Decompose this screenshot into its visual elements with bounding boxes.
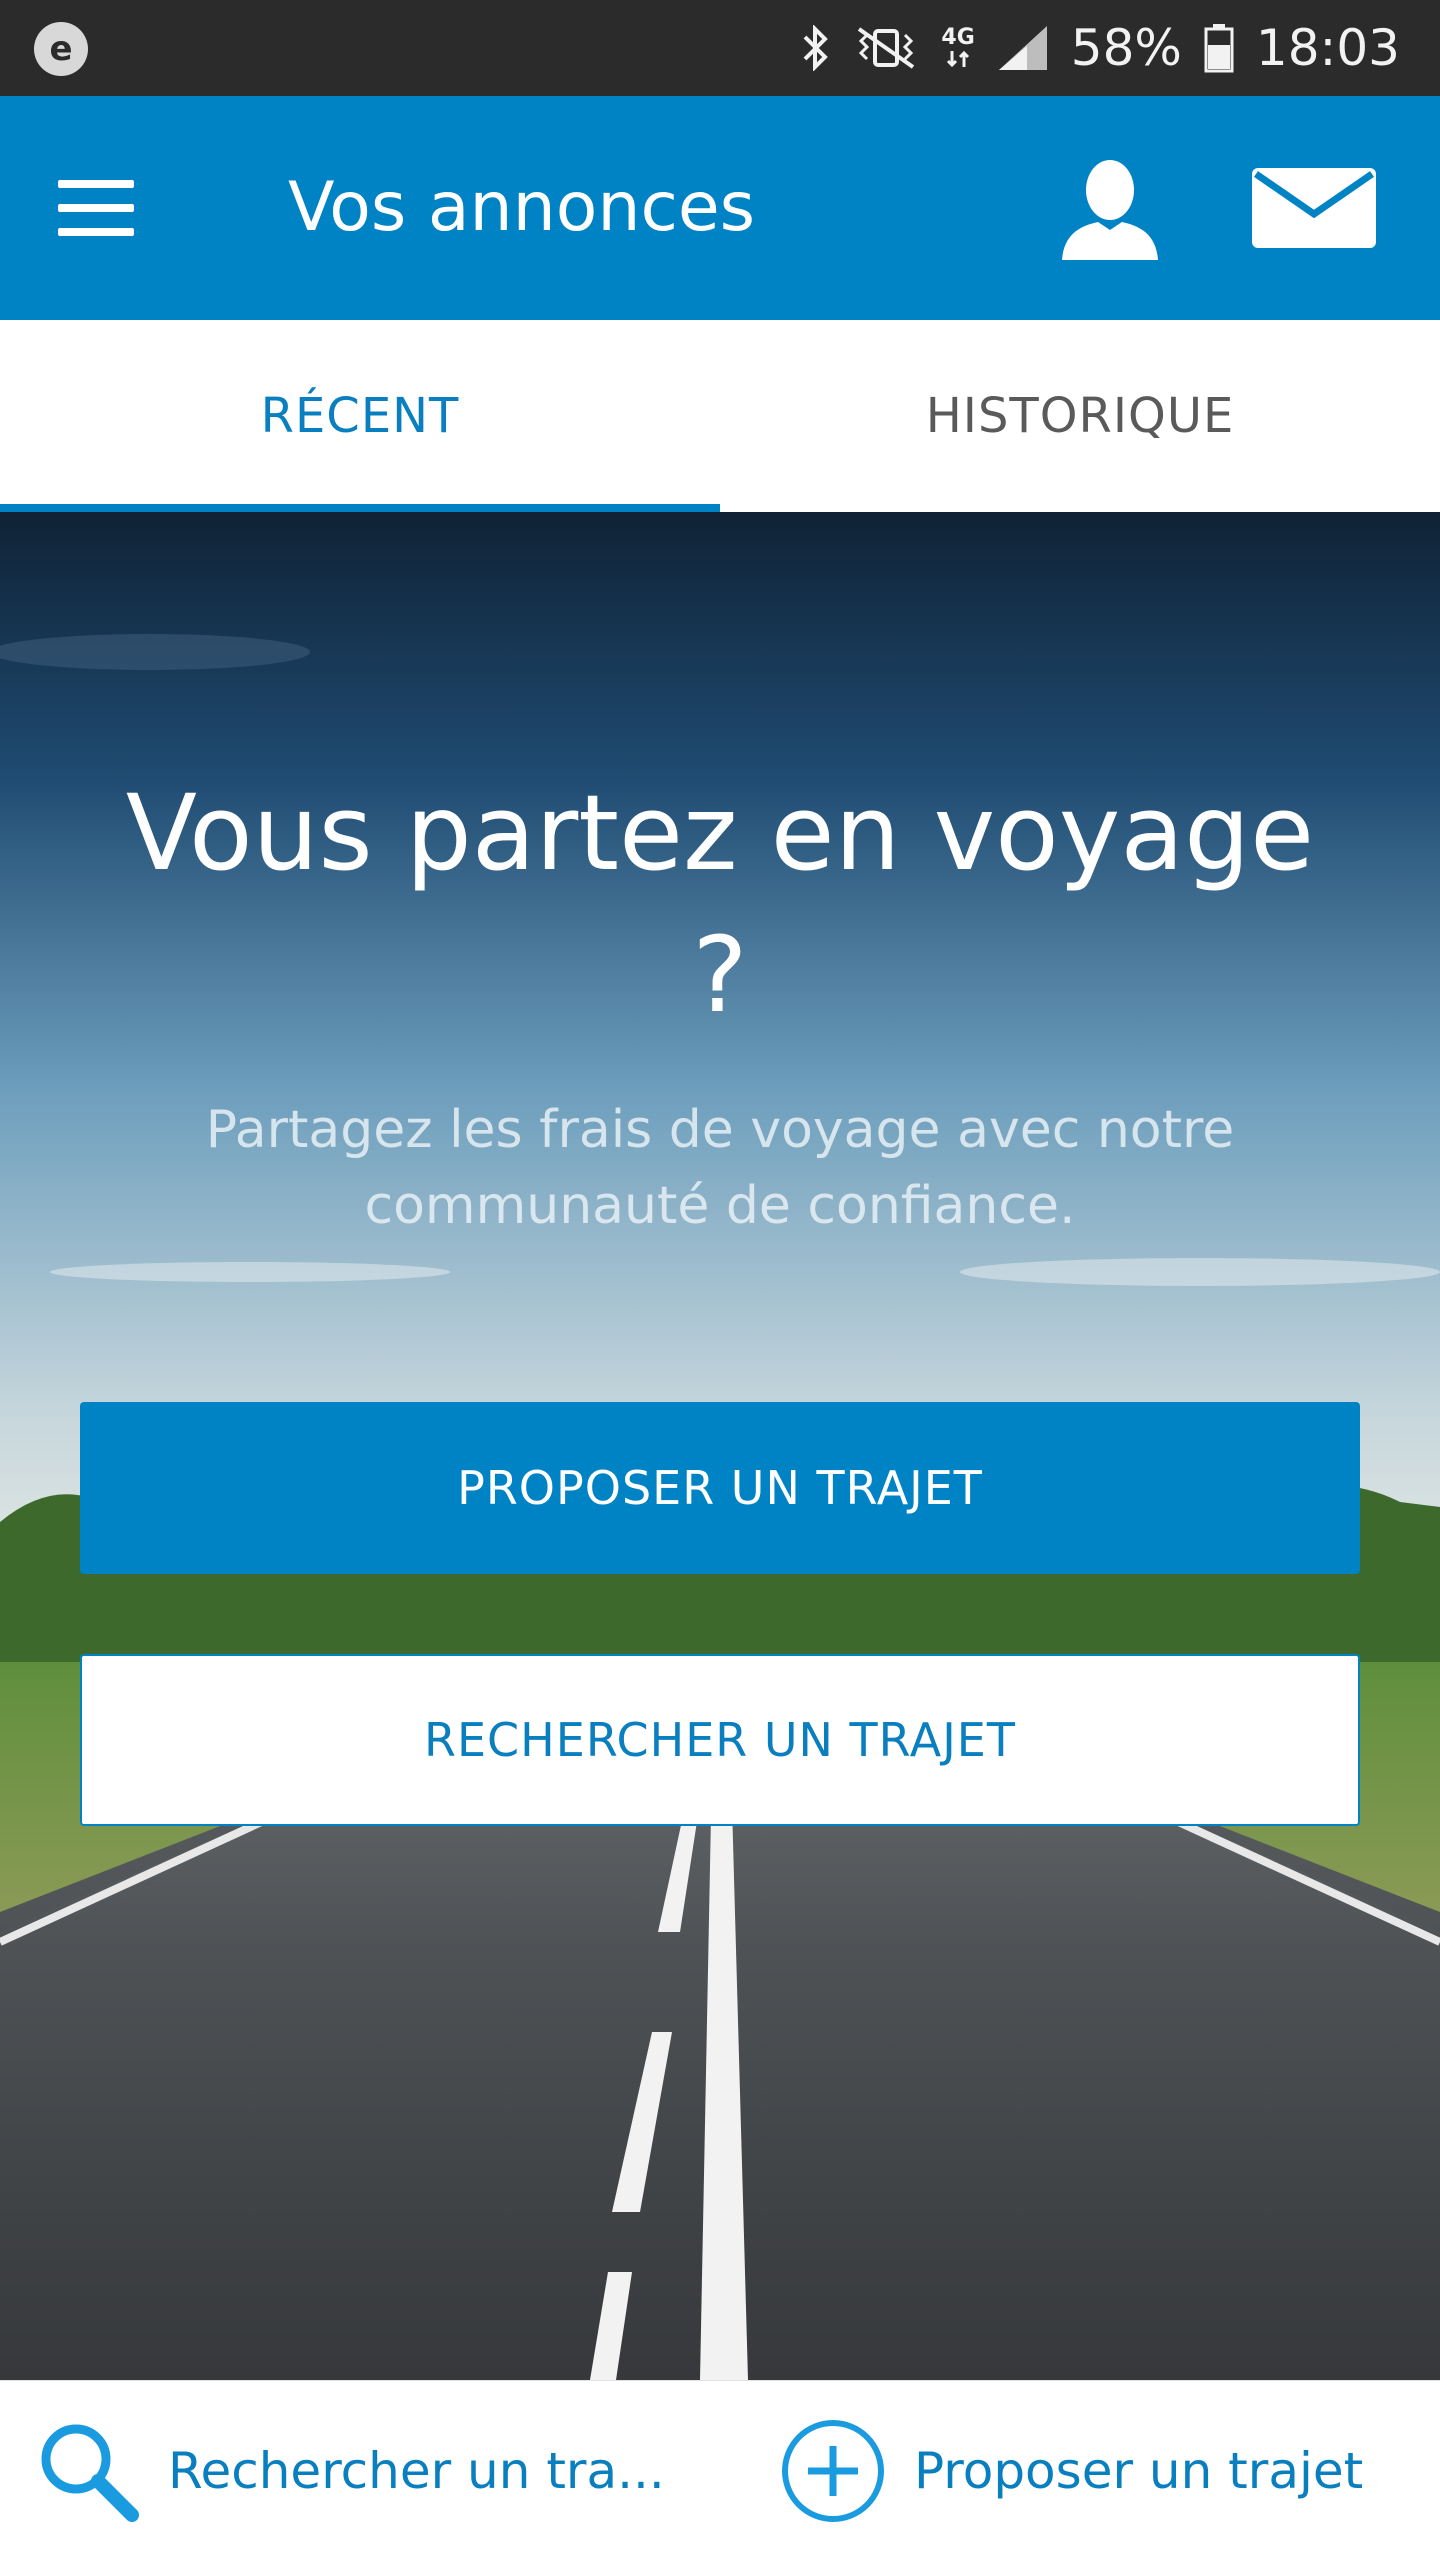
- status-bar: e 4G 58% 18:03: [0, 0, 1440, 96]
- hero-banner: Vous partez en voyage ? Partagez les fra…: [0, 512, 1440, 2380]
- tab-bar: RÉCENT HISTORIQUE: [0, 320, 1440, 512]
- hero-subtitle: Partagez les frais de voyage avec notre …: [205, 1100, 1235, 1236]
- tab-recent[interactable]: RÉCENT: [0, 320, 720, 512]
- user-icon[interactable]: [1058, 156, 1162, 260]
- menu-icon[interactable]: [58, 180, 134, 236]
- bottom-search-label: Rechercher un tra...: [168, 2442, 665, 2500]
- battery-level: 58%: [1070, 19, 1182, 77]
- search-icon: [41, 2424, 139, 2522]
- app-bar: Vos annonces: [0, 96, 1440, 320]
- search-trip-button[interactable]: RECHERCHER UN TRAJET: [80, 1654, 1360, 1826]
- page-title: Vos annonces: [288, 168, 756, 247]
- bottom-propose-action[interactable]: Proposer un trajet: [780, 2420, 1364, 2522]
- vibrate-icon: [858, 27, 915, 69]
- data-arrows-icon: [947, 50, 970, 68]
- clock: 18:03: [1255, 19, 1400, 77]
- signal-icon: [998, 26, 1047, 70]
- status-icons: 4G 58% 18:03: [801, 18, 1400, 78]
- mail-icon[interactable]: [1252, 168, 1376, 248]
- network-type: 4G: [941, 27, 975, 69]
- tab-historique[interactable]: HISTORIQUE: [720, 320, 1440, 512]
- hero-title: Vous partez en voyage ?: [125, 772, 1315, 1036]
- bottom-search-action[interactable]: Rechercher un tra...: [36, 2421, 665, 2522]
- battery-icon: [1204, 24, 1234, 73]
- bottom-propose-label: Proposer un trajet: [914, 2442, 1364, 2500]
- bluetooth-icon: [803, 25, 829, 71]
- bottom-action-bar: Rechercher un tra... Proposer un trajet: [0, 2380, 1440, 2560]
- propose-trip-button[interactable]: PROPOSER UN TRAJET: [80, 1402, 1360, 1574]
- notification-badge: e: [34, 22, 88, 76]
- plus-circle-icon: [782, 2420, 884, 2522]
